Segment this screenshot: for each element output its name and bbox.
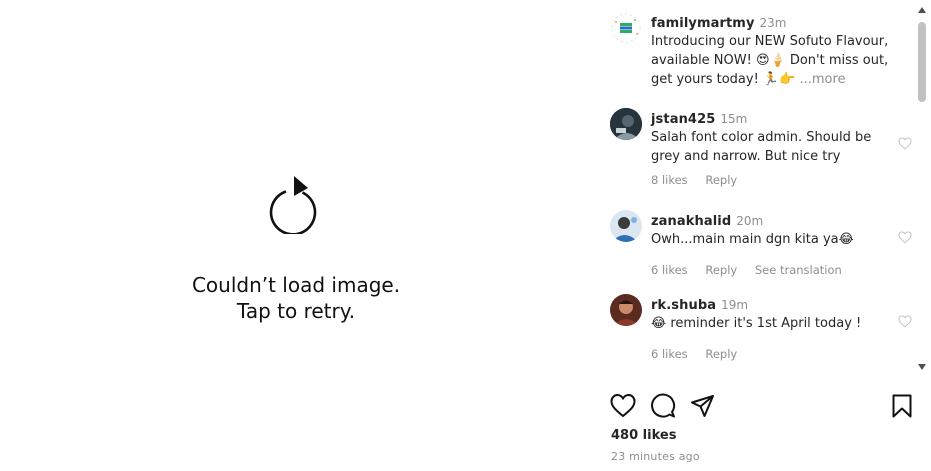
comments-list: familymartmy 23m Introducing our NEW Sofu… bbox=[596, 0, 916, 378]
comment-likes[interactable]: 8 likes bbox=[651, 173, 688, 187]
comment-likes[interactable]: 6 likes bbox=[651, 263, 688, 277]
heart-icon[interactable] bbox=[610, 393, 636, 419]
user-photo-icon bbox=[610, 210, 642, 242]
comment-likes[interactable]: 6 likes bbox=[651, 347, 688, 361]
post-timestamp: 23 minutes ago bbox=[611, 450, 700, 463]
user-photo-icon bbox=[610, 294, 642, 326]
heart-icon[interactable] bbox=[898, 137, 912, 150]
avatar[interactable] bbox=[610, 12, 642, 44]
comment-text: Salah font color admin. Should be grey a… bbox=[651, 130, 872, 164]
reply-button[interactable]: Reply bbox=[705, 347, 737, 361]
caption-username[interactable]: familymartmy bbox=[651, 16, 755, 31]
comment-time: 20m bbox=[736, 214, 764, 228]
comment-username[interactable]: jstan425 bbox=[651, 112, 715, 127]
user-photo-icon bbox=[610, 108, 642, 140]
avatar[interactable] bbox=[610, 294, 642, 326]
comment-icon[interactable] bbox=[650, 393, 676, 419]
bookmark-icon[interactable] bbox=[889, 393, 915, 419]
image-pane[interactable]: Couldn’t load image. Tap to retry. bbox=[0, 0, 596, 471]
caption-time: 23m bbox=[759, 16, 787, 30]
avatar[interactable] bbox=[610, 210, 642, 242]
comment-time: 19m bbox=[721, 298, 749, 312]
heart-icon[interactable] bbox=[898, 231, 912, 244]
error-message[interactable]: Couldn’t load image. Tap to retry. bbox=[96, 272, 496, 324]
retry-icon[interactable] bbox=[266, 176, 322, 234]
avatar[interactable] bbox=[610, 108, 642, 140]
comment-time: 15m bbox=[720, 112, 748, 126]
caption-text: Introducing our NEW Sofuto Flavour, avai… bbox=[651, 32, 891, 89]
scroll-up-arrow-icon[interactable] bbox=[917, 6, 927, 14]
comment-username[interactable]: zanakhalid bbox=[651, 214, 731, 229]
likes-count[interactable]: 480 likes bbox=[611, 428, 676, 443]
share-icon[interactable] bbox=[690, 393, 716, 419]
caption-body: Introducing our NEW Sofuto Flavour, avai… bbox=[651, 34, 889, 87]
comments-sidebar: familymartmy 23m Introducing our NEW Sofu… bbox=[596, 0, 931, 471]
comment-username[interactable]: rk.shuba bbox=[651, 298, 716, 313]
comment-text: Owh...main main dgn kita ya😂 bbox=[651, 232, 854, 247]
error-line-1: Couldn’t load image. bbox=[191, 273, 401, 297]
reply-button[interactable]: Reply bbox=[705, 263, 737, 277]
scroll-down-arrow-icon[interactable] bbox=[917, 363, 927, 371]
comment-text: 😂 reminder it's 1st April today ! bbox=[651, 316, 862, 331]
error-line-2: Tap to retry. bbox=[236, 299, 356, 323]
heart-icon[interactable] bbox=[898, 315, 912, 328]
scrollbar-thumb[interactable] bbox=[918, 22, 926, 102]
more-link[interactable]: ...more bbox=[799, 72, 845, 87]
see-translation-link[interactable]: See translation bbox=[755, 263, 842, 277]
reply-button[interactable]: Reply bbox=[705, 173, 737, 187]
familymart-logo-icon bbox=[611, 13, 641, 43]
